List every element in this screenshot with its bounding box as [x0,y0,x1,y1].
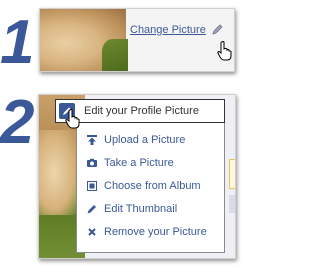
step2-screenshot: Edit your Profile Picture Upload a Pictu… [38,94,236,259]
step-number-2: 2 [0,88,35,157]
profile-photo-background [102,39,128,71]
edit-profile-picture-button[interactable]: Edit your Profile Picture [55,99,225,123]
menu-item-take-picture[interactable]: Take a Picture [77,152,224,174]
pencil-icon[interactable] [212,24,223,35]
menu-item-choose-from-album[interactable]: Choose from Album [77,175,224,197]
menu-item-label: Remove your Picture [104,226,207,238]
step1-screenshot: Change Picture [39,8,235,72]
edit-profile-picture-label: Edit your Profile Picture [84,105,199,117]
close-icon [88,228,96,236]
menu-item-upload-picture[interactable]: Upload a Picture [77,129,224,151]
hand-pointer-icon [217,41,232,61]
menu-item-label: Take a Picture [104,157,174,169]
profile-picture-menu: Upload a Picture Take a Picture Choose f… [76,123,225,253]
menu-item-label: Upload a Picture [104,134,186,146]
profile-photo-highlight [39,130,77,215]
background-panel [229,195,235,213]
background-notice [229,159,235,189]
change-picture-link[interactable]: Change Picture [130,24,206,36]
menu-item-label: Choose from Album [104,180,201,192]
menu-item-label: Edit Thumbnail [104,203,178,215]
hand-pointer-icon [65,109,80,129]
upload-icon [87,135,97,145]
camera-icon [87,158,97,167]
menu-item-remove-picture[interactable]: Remove your Picture [77,221,224,243]
step-number-1: 1 [0,8,35,77]
album-icon [87,181,97,191]
pencil-icon [87,205,96,214]
menu-item-edit-thumbnail[interactable]: Edit Thumbnail [77,198,224,220]
